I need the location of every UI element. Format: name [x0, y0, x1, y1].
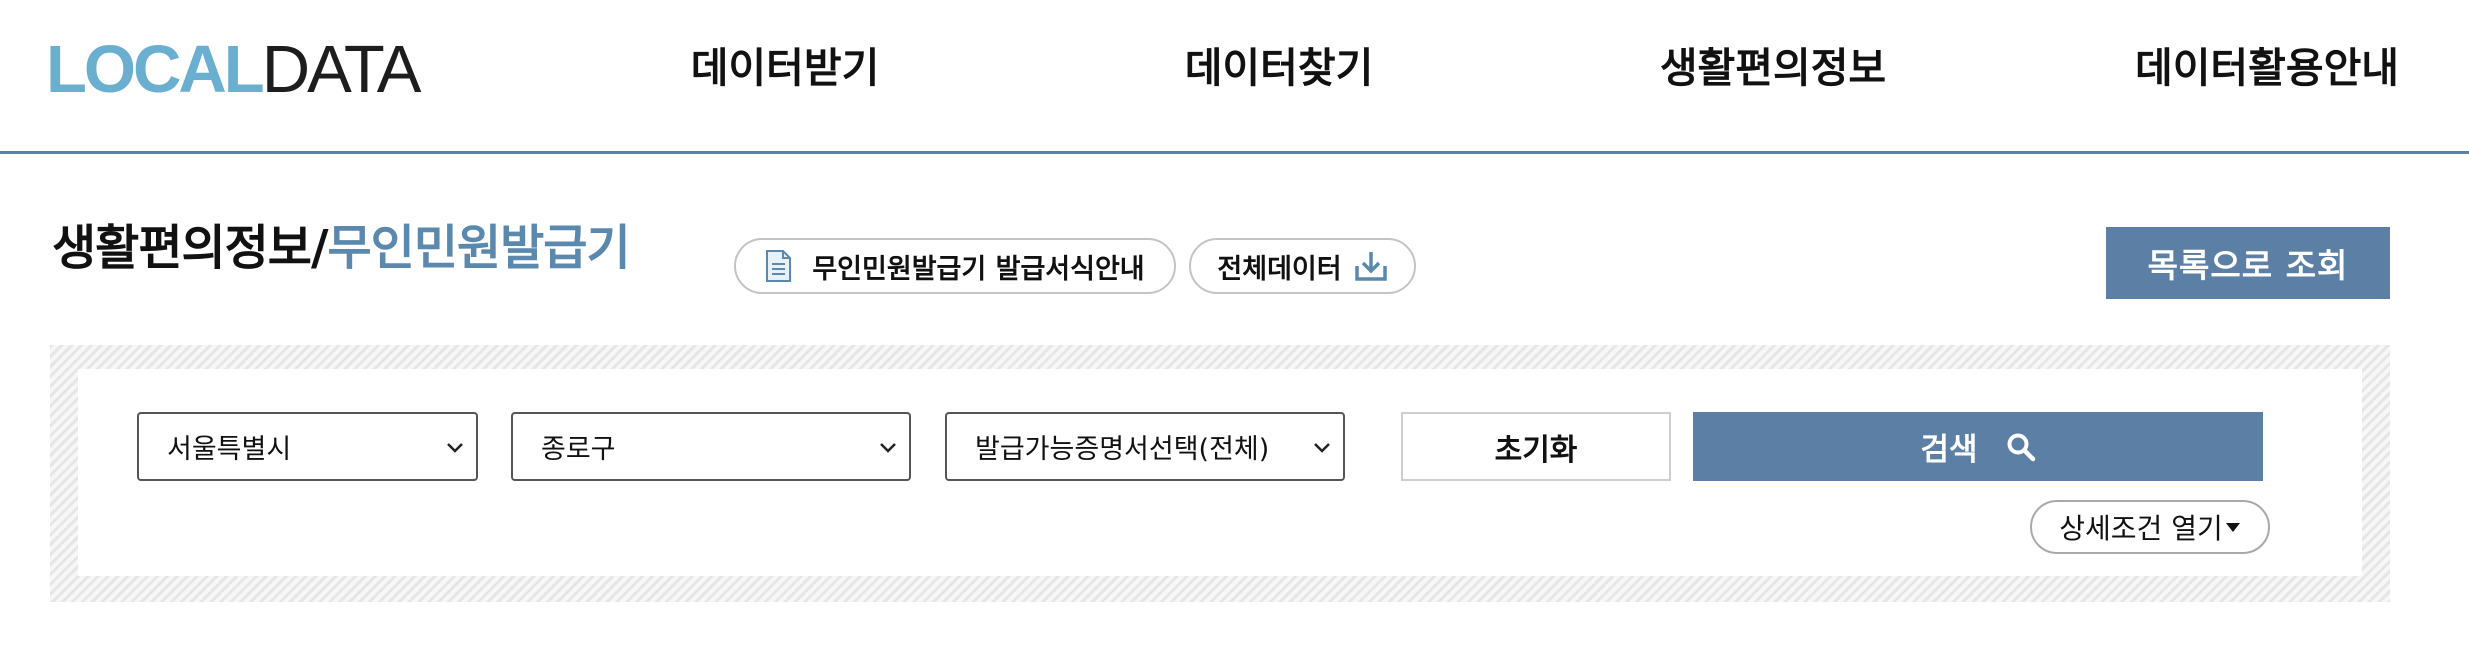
chevron-down-icon [1314, 443, 1330, 453]
search-icon [2007, 433, 2035, 461]
page-title-sub: 무인민원발급기 [327, 220, 631, 276]
search-button-label: 검색 [1920, 432, 1978, 468]
site-logo[interactable]: LOCALDATA [46, 30, 422, 110]
certificate-select[interactable]: 발급가능증명서선택(전체) [945, 412, 1345, 481]
view-as-list-button[interactable]: 목록으로 조회 [2106, 227, 2390, 299]
logo-text-local: LOCAL [46, 32, 265, 107]
document-icon [766, 250, 792, 282]
district-select-value: 종로구 [541, 434, 616, 465]
detail-conditions-label: 상세조건 열기 [2059, 512, 2223, 545]
download-icon [1354, 252, 1387, 281]
reset-button[interactable]: 초기화 [1401, 412, 1671, 481]
chevron-down-icon [447, 443, 463, 453]
site-header: LOCALDATA 데이터받기 데이터찾기 생활편의정보 데이터활용안내 [0, 0, 2469, 154]
search-button[interactable]: 검색 [1693, 412, 2263, 481]
all-data-label: 전체데이터 [1217, 253, 1342, 285]
nav-item-usage-guide[interactable]: 데이터활용안내 [2122, 38, 2412, 98]
issue-form-guide-label: 무인민원발급기 발급서식안내 [812, 253, 1145, 285]
city-select-value: 서울특별시 [167, 434, 292, 465]
issue-form-guide-button[interactable]: 무인민원발급기 발급서식안내 [734, 238, 1176, 294]
page-title-category: 생활편의정보 [52, 220, 312, 276]
city-select[interactable]: 서울특별시 [137, 412, 478, 481]
caret-down-icon [2225, 523, 2240, 532]
district-select[interactable]: 종로구 [511, 412, 911, 481]
chevron-down-icon [880, 443, 896, 453]
detail-conditions-toggle[interactable]: 상세조건 열기 [2030, 500, 2270, 554]
nav-item-data-search[interactable]: 데이터찾기 [1174, 38, 1384, 98]
logo-text-data: DATA [261, 32, 422, 107]
page-title: 생활편의정보/무인민원발급기 [52, 216, 631, 280]
all-data-download-button[interactable]: 전체데이터 [1189, 238, 1416, 294]
nav-item-living-info[interactable]: 생활편의정보 [1648, 38, 1898, 98]
certificate-select-value: 발급가능증명서선택(전체) [975, 434, 1270, 465]
page-title-separator: / [310, 220, 329, 276]
nav-item-data-download[interactable]: 데이터받기 [680, 38, 890, 98]
